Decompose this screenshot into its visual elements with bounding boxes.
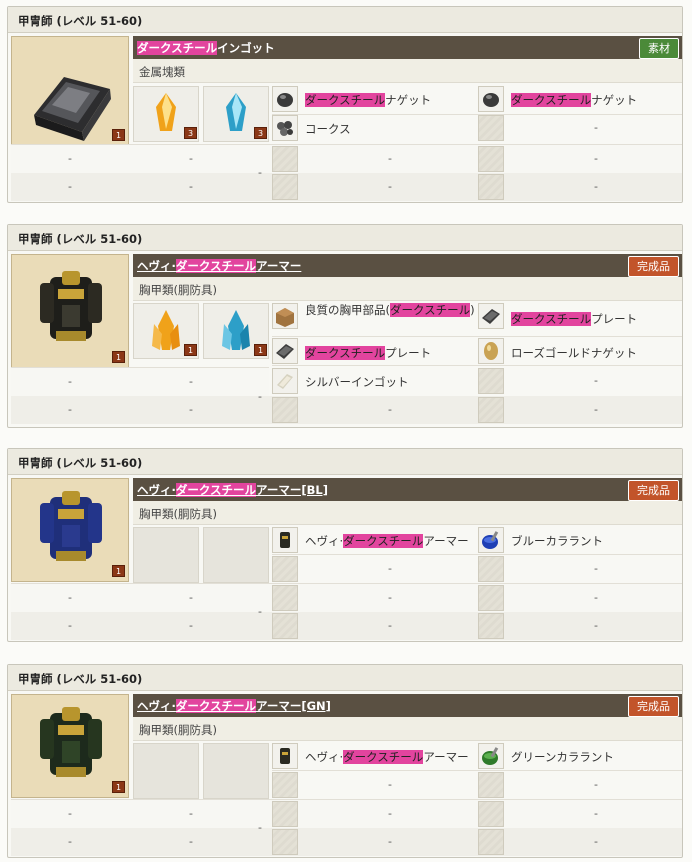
empty-recipe-row: - - - -: [11, 800, 682, 828]
material-name[interactable]: ダークスチールナゲット: [511, 92, 637, 108]
finished-product-tag-button[interactable]: 完成品: [628, 256, 679, 277]
item-image[interactable]: 1: [11, 478, 129, 582]
craft-level-title: 甲冑師 (レベル 51-60): [18, 672, 143, 686]
card-header: 甲冑師 (レベル 51-60): [8, 225, 682, 251]
category-label: 胸甲類(胴防具): [139, 283, 217, 297]
empty-slot: [272, 556, 298, 582]
material-name[interactable]: ローズゴールドナゲット: [511, 345, 637, 361]
quantity-badge: 1: [254, 344, 267, 356]
material-name[interactable]: シルバーインゴット: [305, 374, 409, 390]
recipe-card: 甲冑師 (レベル 51-60) 1 ダークスチールインゴット 素材 金属塊類 3…: [7, 6, 683, 203]
material-name[interactable]: ヘヴィ·ダークスチールアーマー: [305, 749, 469, 765]
empty-recipe-row: - - - -: [11, 584, 682, 612]
card-header: 甲冑師 (レベル 51-60): [8, 665, 682, 691]
crystal-slot[interactable]: 3: [133, 86, 199, 142]
category-row: 胸甲類(胴防具): [133, 717, 682, 741]
material-name[interactable]: ダークスチールプレート: [305, 345, 431, 361]
quantity-badge: 1: [112, 351, 125, 363]
empty-value: -: [594, 562, 598, 575]
crystal-slot[interactable]: 1: [203, 303, 269, 359]
card-header: 甲冑師 (レベル 51-60): [8, 7, 682, 33]
armor-icon[interactable]: [272, 527, 298, 553]
empty-slot: [478, 772, 504, 798]
coke-icon[interactable]: [272, 115, 298, 141]
empty-recipe-row: - - - -: [11, 396, 682, 424]
material-name[interactable]: 良質の胸甲部品(ダークスチール): [305, 302, 477, 318]
quantity-badge: 3: [254, 127, 267, 139]
empty-recipe-row: - - - -: [11, 173, 682, 201]
quantity-badge: 1: [112, 129, 125, 141]
category-row: 胸甲類(胴防具): [133, 501, 682, 525]
material-name[interactable]: コークス: [305, 121, 351, 137]
silver-ingot-icon[interactable]: [272, 368, 298, 394]
category-label: 胸甲類(胴防具): [139, 507, 217, 521]
empty-recipe-row: - -: [11, 368, 269, 396]
item-name[interactable]: ヘヴィ·ダークスチールアーマー[BL]: [137, 482, 328, 498]
material-name[interactable]: グリーンカララント: [511, 749, 614, 765]
dark-nugget-icon[interactable]: [272, 86, 298, 112]
crystal-slot[interactable]: 3: [203, 86, 269, 142]
quantity-badge: 1: [112, 565, 125, 577]
item-name[interactable]: ダークスチールインゴット: [137, 40, 275, 56]
category-label: 金属塊類: [139, 65, 185, 79]
item-name-bar: ヘヴィ·ダークスチールアーマー 完成品: [133, 254, 682, 277]
item-name-bar: ヘヴィ·ダークスチールアーマー[GN] 完成品: [133, 694, 682, 717]
quantity-badge: 1: [184, 344, 197, 356]
recipe-card: 甲冑師 (レベル 51-60) 1 ヘヴィ·ダークスチールアーマー[GN] 完成…: [7, 664, 683, 858]
empty-value: -: [594, 374, 598, 387]
parts-box-icon[interactable]: [272, 303, 298, 329]
craft-level-title: 甲冑師 (レベル 51-60): [18, 232, 143, 246]
empty-crystal-slot: [203, 527, 269, 583]
quantity-badge: 1: [112, 781, 125, 793]
empty-value: -: [388, 562, 392, 575]
rose-gold-nugget-icon[interactable]: [478, 338, 504, 364]
crystal-slot[interactable]: 1: [133, 303, 199, 359]
blue-dye-icon[interactable]: [478, 527, 504, 553]
plate-icon[interactable]: [478, 303, 504, 329]
category-label: 胸甲類(胴防具): [139, 723, 217, 737]
green-dye-icon[interactable]: [478, 743, 504, 769]
material-name[interactable]: ブルーカララント: [511, 533, 603, 549]
finished-product-tag-button[interactable]: 完成品: [628, 696, 679, 717]
armor-icon[interactable]: [272, 743, 298, 769]
finished-product-tag-button[interactable]: 完成品: [628, 480, 679, 501]
card-header: 甲冑師 (レベル 51-60): [8, 449, 682, 475]
material-name[interactable]: ヘヴィ·ダークスチールアーマー: [305, 533, 469, 549]
item-image[interactable]: 1: [11, 36, 129, 146]
quantity-badge: 3: [184, 127, 197, 139]
item-image[interactable]: 1: [11, 694, 129, 798]
empty-crystal-slot: [133, 743, 199, 799]
empty-value: -: [594, 778, 598, 791]
category-row: 金属塊類: [133, 59, 682, 83]
craft-level-title: 甲冑師 (レベル 51-60): [18, 14, 143, 28]
empty-recipe-row: - - - -: [11, 828, 682, 856]
item-name[interactable]: ヘヴィ·ダークスチールアーマー: [137, 258, 301, 274]
material-name[interactable]: ダークスチールプレート: [511, 311, 637, 327]
dark-nugget-icon[interactable]: [478, 86, 504, 112]
empty-recipe-row: - - - -: [11, 612, 682, 640]
item-name-bar: ヘヴィ·ダークスチールアーマー[BL] 完成品: [133, 478, 682, 501]
recipe-card: 甲冑師 (レベル 51-60) 1 ヘヴィ·ダークスチールアーマー[BL] 完成…: [7, 448, 683, 642]
item-name-bar: ダークスチールインゴット 素材: [133, 36, 682, 59]
material-name[interactable]: ダークスチールナゲット: [305, 92, 431, 108]
craft-level-title: 甲冑師 (レベル 51-60): [18, 456, 143, 470]
empty-value: -: [388, 778, 392, 791]
item-name[interactable]: ヘヴィ·ダークスチールアーマー[GN]: [137, 698, 331, 714]
item-image[interactable]: 1: [11, 254, 129, 368]
category-row: 胸甲類(胴防具): [133, 277, 682, 301]
empty-crystal-slot: [133, 527, 199, 583]
empty-slot: [478, 556, 504, 582]
empty-recipe-row: - - - -: [11, 145, 682, 173]
material-tag-button[interactable]: 素材: [639, 38, 679, 59]
empty-slot: [478, 368, 504, 394]
plate-icon[interactable]: [272, 338, 298, 364]
empty-slot: [478, 115, 504, 141]
recipe-card: 甲冑師 (レベル 51-60) 1 ヘヴィ·ダークスチールアーマー 完成品 胸甲…: [7, 224, 683, 428]
empty-value: -: [594, 121, 598, 134]
empty-crystal-slot: [203, 743, 269, 799]
empty-slot: [272, 772, 298, 798]
